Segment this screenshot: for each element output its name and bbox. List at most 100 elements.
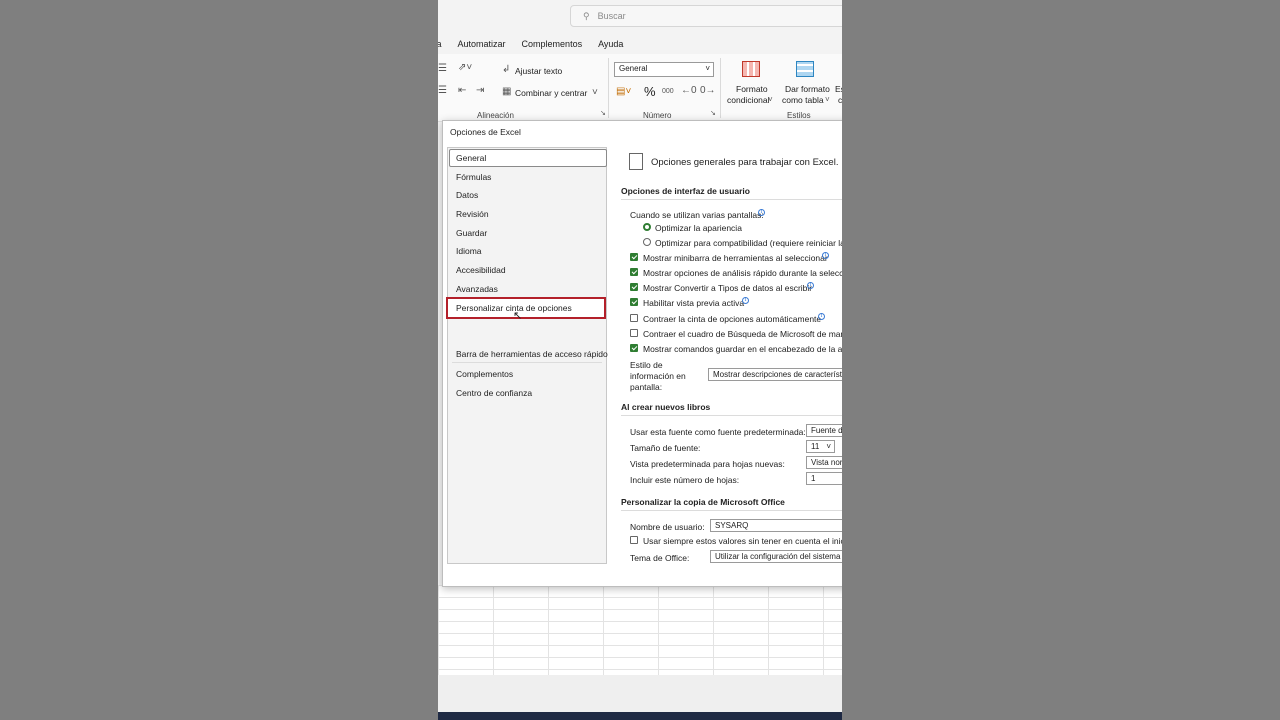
nav-addins[interactable]: Complementos bbox=[456, 369, 513, 379]
nav-accessibility[interactable]: Accesibilidad bbox=[456, 265, 506, 275]
search-icon: ⚲ bbox=[583, 10, 590, 21]
tip-style-label-2: información en bbox=[630, 371, 686, 381]
table-format-label-1[interactable]: Dar formato bbox=[785, 84, 830, 94]
checkbox-quick-analysis[interactable] bbox=[630, 268, 638, 276]
minibar-label: Mostrar minibarra de herramientas al sel… bbox=[643, 253, 828, 263]
font-size-select[interactable]: 11 ˅ bbox=[806, 440, 835, 453]
sheet-count-value: 1 bbox=[811, 474, 816, 483]
office-theme-label: Tema de Office: bbox=[630, 553, 690, 563]
increase-indent-icon[interactable]: ⇥ bbox=[476, 85, 484, 96]
mouse-pointer-icon: ↖ bbox=[513, 310, 523, 322]
orientation-icon[interactable]: ⇗˅ bbox=[458, 62, 472, 73]
info-icon[interactable]: i bbox=[758, 209, 765, 216]
multi-screen-label: Cuando se utilizan varias pantallas: bbox=[630, 210, 764, 220]
thousands-button[interactable]: 000 bbox=[662, 88, 674, 95]
optimize-compat-label: Optimizar para compatibilidad (requiere … bbox=[655, 238, 842, 248]
tab-automate[interactable]: Automatizar bbox=[458, 39, 506, 49]
alignment-launcher-icon[interactable]: ↘ bbox=[600, 109, 606, 117]
increase-decimal-icon[interactable]: ←0 bbox=[681, 85, 697, 96]
nav-general[interactable]: General bbox=[456, 153, 486, 163]
checkbox-collapse-ribbon[interactable] bbox=[630, 314, 638, 322]
font-size-value: 11 bbox=[811, 442, 820, 451]
decrease-indent-icon[interactable]: ⇤ bbox=[458, 85, 466, 96]
tip-style-label-3: pantalla: bbox=[630, 382, 663, 392]
tip-style-select[interactable]: Mostrar descripciones de característ bbox=[708, 368, 842, 381]
checkbox-always-use[interactable] bbox=[630, 536, 638, 544]
number-launcher-icon[interactable]: ↘ bbox=[710, 109, 716, 117]
info-icon[interactable]: i bbox=[742, 297, 749, 304]
nav-advanced[interactable]: Avanzadas bbox=[456, 284, 498, 294]
tip-style-value: Mostrar descripciones de característ bbox=[713, 370, 842, 379]
cell-styles-label-2[interactable]: c bbox=[838, 95, 842, 105]
number-format-value: General bbox=[619, 64, 648, 73]
default-view-select[interactable]: Vista nor bbox=[806, 456, 842, 469]
tab-help[interactable]: Ayuda bbox=[598, 39, 623, 49]
merge-dropdown-icon[interactable]: ˅ bbox=[592, 87, 598, 98]
default-view-label: Vista predeterminada para hojas nuevas: bbox=[630, 459, 785, 469]
live-preview-label: Habilitar vista previa activa bbox=[643, 298, 745, 308]
checkbox-live-preview[interactable] bbox=[630, 298, 638, 306]
tab-addins[interactable]: Complementos bbox=[522, 39, 583, 49]
always-use-label: Usar siempre estos valores sin tener en … bbox=[643, 536, 842, 546]
username-value: SYSARQ bbox=[715, 521, 749, 530]
tip-style-label-1: Estilo de bbox=[630, 360, 663, 370]
right-letterbox bbox=[842, 0, 1280, 720]
table-format-label-2[interactable]: como tabla bbox=[782, 95, 824, 105]
nav-language[interactable]: Idioma bbox=[456, 246, 482, 256]
wrap-text-button[interactable]: Ajustar texto bbox=[515, 66, 562, 76]
conditional-format-label-2[interactable]: condicional bbox=[727, 95, 770, 105]
worksheet-grid[interactable] bbox=[438, 585, 842, 675]
align-icon[interactable]: ☰ bbox=[438, 63, 447, 74]
default-font-select[interactable]: Fuente d bbox=[806, 424, 842, 437]
nav-data[interactable]: Datos bbox=[456, 190, 478, 200]
sheet-count-input[interactable]: 1 bbox=[806, 472, 842, 485]
username-label: Nombre de usuario: bbox=[630, 522, 705, 532]
merge-center-button[interactable]: Combinar y centrar bbox=[515, 88, 587, 98]
excel-window: ⚲ Buscar ta Automatizar Complementos Ayu… bbox=[438, 0, 842, 720]
chevron-down-icon: ˅ bbox=[826, 442, 831, 451]
group-alignment: Alineación bbox=[477, 111, 514, 120]
info-icon[interactable]: i bbox=[818, 313, 825, 320]
chevron-down-icon: ˅ bbox=[825, 95, 830, 104]
checkbox-minibar[interactable] bbox=[630, 253, 638, 261]
radio-optimize-compat[interactable] bbox=[643, 238, 651, 246]
ui-section-title: Opciones de interfaz de usuario bbox=[621, 186, 750, 196]
default-font-label: Usar esta fuente como fuente predetermin… bbox=[630, 427, 806, 437]
chevron-down-icon: ˅ bbox=[768, 95, 773, 104]
accounting-format-icon[interactable]: ▤˅ bbox=[616, 86, 631, 97]
info-icon[interactable]: i bbox=[807, 282, 814, 289]
office-theme-select[interactable]: Utilizar la configuración del sistema bbox=[710, 550, 842, 563]
left-letterbox bbox=[0, 0, 438, 720]
nav-save[interactable]: Guardar bbox=[456, 228, 487, 238]
wrap-text-icon: ↲ bbox=[502, 64, 511, 75]
dialog-title: Opciones de Excel bbox=[450, 127, 521, 137]
conditional-format-label-1[interactable]: Formato bbox=[736, 84, 768, 94]
username-input[interactable]: SYSARQ bbox=[710, 519, 842, 532]
title-bar: ⚲ Buscar bbox=[438, 0, 842, 34]
radio-optimize-appearance[interactable] bbox=[643, 223, 651, 231]
conditional-format-icon bbox=[742, 61, 760, 77]
optimize-appearance-label: Optimizar la apariencia bbox=[655, 223, 742, 233]
quick-analysis-label: Mostrar opciones de análisis rápido dura… bbox=[643, 268, 842, 278]
ribbon: ☰ ⇗˅ ☰ ⇤ ⇥ ↲ Ajustar texto ▦ Combinar y … bbox=[438, 54, 842, 122]
options-nav: General Fórmulas Datos Revisión Guardar … bbox=[447, 147, 608, 564]
search-box[interactable]: ⚲ Buscar bbox=[570, 5, 842, 27]
nav-quick-access-toolbar[interactable]: Barra de herramientas de acceso rápido bbox=[456, 349, 608, 359]
align-right-icon[interactable]: ☰ bbox=[438, 85, 447, 96]
default-view-value: Vista nor bbox=[811, 458, 842, 467]
checkbox-collapse-search[interactable] bbox=[630, 329, 638, 337]
nav-trust-center[interactable]: Centro de confianza bbox=[456, 388, 532, 398]
checkbox-convert-datatypes[interactable] bbox=[630, 283, 638, 291]
personalize-section-title: Personalizar la copia de Microsoft Offic… bbox=[621, 497, 785, 507]
nav-formulas[interactable]: Fórmulas bbox=[456, 172, 491, 182]
info-icon[interactable]: i bbox=[822, 252, 829, 259]
cell-styles-label-1[interactable]: Es bbox=[835, 84, 842, 94]
decrease-decimal-icon[interactable]: 0→ bbox=[700, 85, 716, 96]
checkbox-save-commands[interactable] bbox=[630, 344, 638, 352]
options-content: Opciones generales para trabajar con Exc… bbox=[621, 147, 842, 577]
tab-data[interactable]: ta bbox=[438, 39, 442, 49]
percent-button[interactable]: % bbox=[644, 84, 656, 99]
sheet-count-label: Incluir este número de hojas: bbox=[630, 475, 740, 485]
nav-proofing[interactable]: Revisión bbox=[456, 209, 489, 219]
number-format-select[interactable]: General ˅ bbox=[614, 62, 714, 77]
